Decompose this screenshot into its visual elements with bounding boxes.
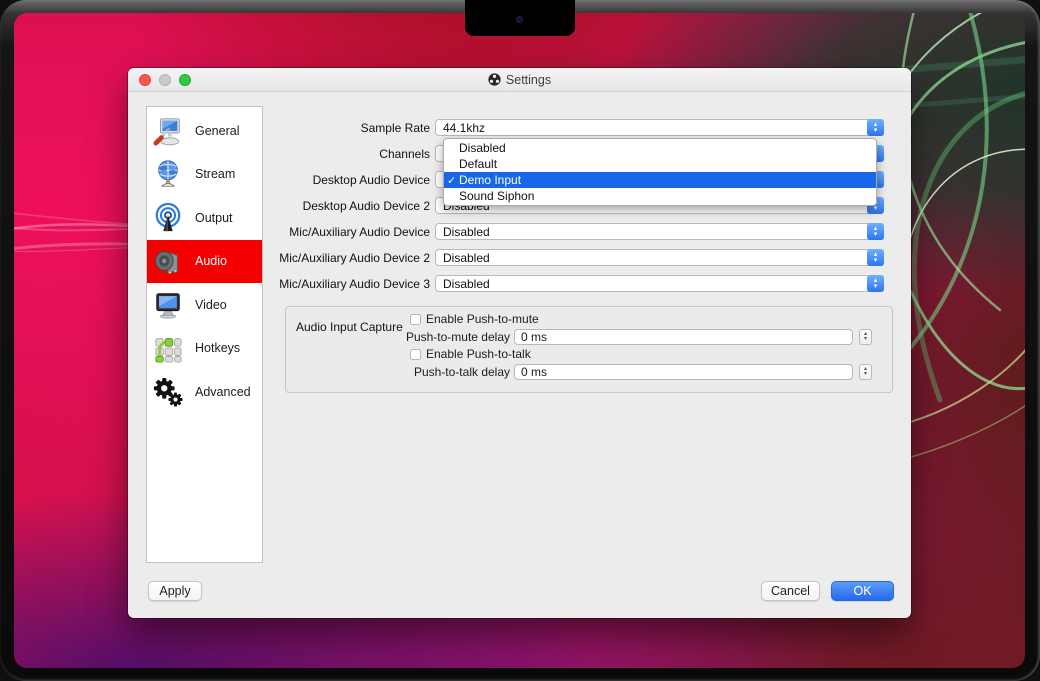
spinner-stepper-icon[interactable] <box>859 329 872 345</box>
menu-option-sound-siphon[interactable]: Sound Siphon <box>444 188 876 204</box>
dropdown-stepper-icon[interactable] <box>867 223 884 240</box>
select-value: Disabled <box>443 277 490 291</box>
window-title-text: Settings <box>506 73 551 87</box>
spinner-value: 0 ms <box>521 330 547 344</box>
mic-aux-device-3-select[interactable]: Disabled <box>435 275 884 292</box>
spinner-stepper-icon[interactable] <box>859 364 872 380</box>
select-value: Disabled <box>443 251 490 265</box>
ok-button[interactable]: OK <box>831 581 894 601</box>
field-label: Sample Rate <box>144 121 435 135</box>
sidebar-item-label: Advanced <box>195 385 251 399</box>
field-label: Channels <box>144 147 435 161</box>
form-row: Mic/Auxiliary Audio Device 3 Disabled <box>144 275 884 292</box>
form-row: Mic/Auxiliary Audio Device Disabled <box>144 223 884 240</box>
sidebar-item-advanced[interactable]: Advanced <box>147 370 262 414</box>
push-to-mute-delay-input[interactable]: 0 ms <box>514 329 853 345</box>
close-button[interactable] <box>139 74 151 86</box>
sidebar-item-label: Hotkeys <box>195 341 240 355</box>
field-label: Mic/Auxiliary Audio Device 2 <box>144 251 435 265</box>
video-icon <box>151 288 185 322</box>
menu-option-default[interactable]: Default <box>444 156 876 172</box>
menu-option-label: Sound Siphon <box>459 189 534 203</box>
select-value: 44.1khz <box>443 121 485 135</box>
webcam-icon <box>516 16 523 23</box>
sidebar-item-label: Video <box>195 298 227 312</box>
menu-option-demo-input[interactable]: ✓ Demo Input <box>444 172 876 188</box>
spinner-label: Push-to-talk delay <box>286 365 514 379</box>
push-to-talk-delay-row: Push-to-talk delay 0 ms <box>286 364 892 380</box>
hotkeys-icon <box>151 331 185 365</box>
sidebar-item-hotkeys[interactable]: Hotkeys <box>147 327 262 371</box>
checkbox-label: Enable Push-to-mute <box>426 312 539 326</box>
push-to-mute-delay-row: Push-to-mute delay 0 ms <box>286 329 892 345</box>
advanced-icon <box>151 375 185 409</box>
push-to-mute-checkbox[interactable] <box>410 314 421 325</box>
field-label: Desktop Audio Device <box>144 173 435 187</box>
obs-logo-icon <box>488 73 501 86</box>
dropdown-stepper-icon[interactable] <box>867 119 884 136</box>
menu-option-disabled[interactable]: Disabled <box>444 140 876 156</box>
menu-option-label: Disabled <box>459 141 506 155</box>
traffic-lights <box>139 74 191 86</box>
check-icon: ✓ <box>447 174 456 187</box>
field-label: Mic/Auxiliary Audio Device <box>144 225 435 239</box>
dropdown-stepper-icon[interactable] <box>867 275 884 292</box>
push-to-talk-checkbox[interactable] <box>410 349 421 360</box>
sample-rate-select[interactable]: 44.1khz <box>435 119 884 136</box>
macbook-screenshot: Settings General <box>0 0 1040 681</box>
titlebar[interactable]: Settings <box>128 68 911 92</box>
spinner-label: Push-to-mute delay <box>286 330 514 344</box>
menu-option-label: Demo Input <box>459 173 521 187</box>
field-label: Desktop Audio Device 2 <box>144 199 435 213</box>
field-label: Mic/Auxiliary Audio Device 3 <box>144 277 435 291</box>
cancel-button[interactable]: Cancel <box>761 581 820 601</box>
minimize-button[interactable] <box>159 74 171 86</box>
settings-window: Settings General <box>128 68 911 618</box>
enable-push-to-mute-row: Enable Push-to-mute <box>410 312 539 326</box>
checkbox-label: Enable Push-to-talk <box>426 347 531 361</box>
dropdown-stepper-icon[interactable] <box>867 249 884 266</box>
push-to-talk-delay-input[interactable]: 0 ms <box>514 364 853 380</box>
select-value: Disabled <box>443 225 490 239</box>
device-dropdown-menu: Disabled Default ✓ Demo Input Sound Siph… <box>443 138 877 206</box>
window-title: Settings <box>488 73 551 87</box>
mic-aux-device-2-select[interactable]: Disabled <box>435 249 884 266</box>
form-row: Sample Rate 44.1khz <box>144 119 884 136</box>
zoom-button[interactable] <box>179 74 191 86</box>
spinner-value: 0 ms <box>521 365 547 379</box>
display-notch <box>465 0 575 36</box>
mic-aux-device-select[interactable]: Disabled <box>435 223 884 240</box>
enable-push-to-talk-row: Enable Push-to-talk <box>410 347 531 361</box>
audio-input-capture-group: Audio Input Capture Enable Push-to-mute … <box>285 306 893 393</box>
form-row: Mic/Auxiliary Audio Device 2 Disabled <box>144 249 884 266</box>
menu-option-label: Default <box>459 157 497 171</box>
apply-button[interactable]: Apply <box>148 581 202 601</box>
